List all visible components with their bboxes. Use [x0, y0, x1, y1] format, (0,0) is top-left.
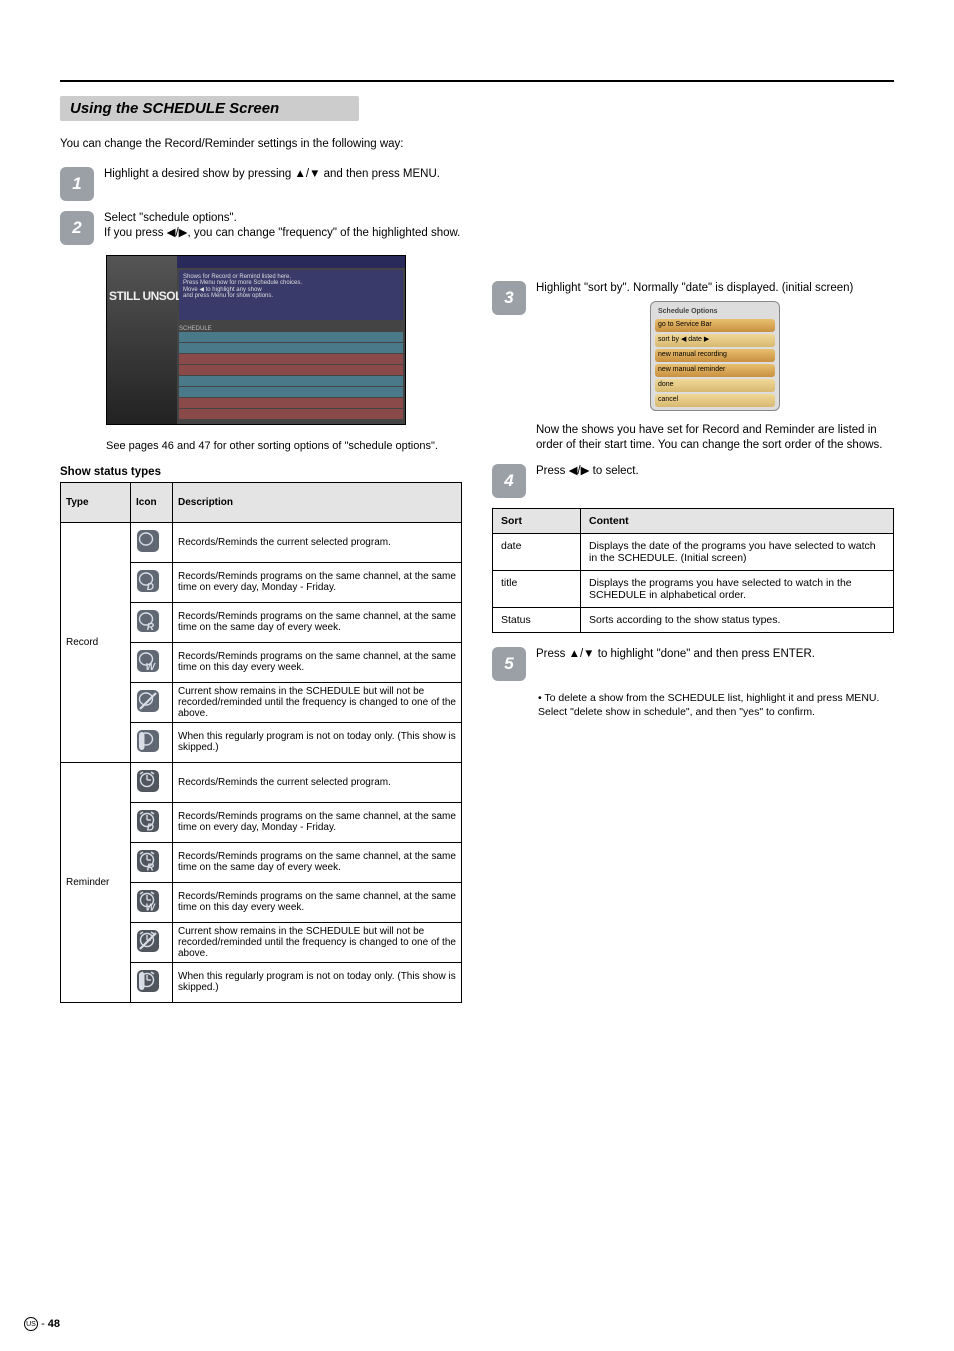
step-number-5: 5	[492, 647, 526, 681]
desc-cell: Records/Reminds the current selected pro…	[173, 522, 462, 562]
desc-cell: Records/Reminds programs on the same cha…	[173, 802, 462, 842]
page-rule	[60, 80, 894, 82]
step-3-body: Highlight "sort by". Normally "date" is …	[536, 281, 894, 454]
step-2-text: Select "schedule options".	[104, 212, 237, 224]
reminder-off-icon	[136, 929, 160, 953]
schedule-options-screenshot: Schedule Options go to Service Bar sort …	[650, 301, 780, 411]
section-header: Using the SCHEDULE Screen	[60, 96, 359, 121]
step-5-body: Press ▲/▼ to highlight "done" and then p…	[536, 647, 815, 681]
sort-content: Sorts according to the show status types…	[581, 607, 894, 632]
step-number-3: 3	[492, 281, 526, 315]
record-suspend-icon	[136, 729, 160, 753]
desc-cell: Records/Reminds programs on the same cha…	[173, 562, 462, 602]
table-row: date Displays the date of the programs y…	[493, 533, 894, 570]
icons-table-title: Show status types	[60, 466, 462, 478]
table-row: Reminder Records/Reminds the current sel…	[61, 762, 462, 802]
type-reminder: Reminder	[61, 762, 131, 1002]
step-2: 2 Select "schedule options". If you pres…	[60, 211, 462, 245]
step-4-body: Press ◀/▶ to select.	[536, 464, 639, 498]
note-text: To delete a show from the SCHEDULE list,…	[538, 692, 879, 718]
page-dash: -	[41, 1318, 48, 1330]
left-column: You can change the Record/Reminder setti…	[60, 131, 462, 1003]
col-description: Description	[173, 482, 462, 522]
step-2-body: Select "schedule options". If you press …	[104, 211, 460, 245]
record-weekly-icon	[136, 649, 160, 673]
sort-key: Status	[493, 607, 581, 632]
step-3: 3 Highlight "sort by". Normally "date" i…	[492, 281, 894, 454]
record-off-icon	[136, 689, 160, 713]
reference-note: See pages 46 and 47 for other sorting op…	[106, 439, 462, 454]
right-column: 3 Highlight "sort by". Normally "date" i…	[492, 131, 894, 1003]
delete-note: • To delete a show from the SCHEDULE lis…	[538, 691, 894, 719]
sort-key: date	[493, 533, 581, 570]
reminder-once-icon	[136, 769, 160, 793]
page-number: US - 48	[24, 1317, 60, 1331]
step-number-1: 1	[60, 167, 94, 201]
step-number-2: 2	[60, 211, 94, 245]
show-status-table: Type Icon Description Record Records/Rem…	[60, 482, 462, 1003]
sort-key: title	[493, 570, 581, 607]
col-content: Content	[581, 508, 894, 533]
schedule-screenshot: Shows for Record or Remind listed here.P…	[106, 255, 406, 425]
step-number-4: 4	[492, 464, 526, 498]
desc-cell: Current show remains in the SCHEDULE but…	[173, 682, 462, 722]
step-4: 4 Press ◀/▶ to select.	[492, 464, 894, 498]
col-sort: Sort	[493, 508, 581, 533]
desc-cell: Records/Reminds programs on the same cha…	[173, 882, 462, 922]
record-regularly-icon	[136, 609, 160, 633]
reminder-regularly-icon	[136, 849, 160, 873]
record-daily-icon	[136, 569, 160, 593]
desc-cell: When this regularly program is not on to…	[173, 722, 462, 762]
table-row: Record Records/Reminds the current selec…	[61, 522, 462, 562]
record-once-icon	[136, 529, 160, 553]
bullet: •	[538, 692, 542, 704]
region-badge: US	[24, 1317, 38, 1331]
table-row: Status Sorts according to the show statu…	[493, 607, 894, 632]
sort-options-table: Sort Content date Displays the date of t…	[492, 508, 894, 633]
intro-text: You can change the Record/Reminder setti…	[60, 137, 462, 153]
col-icon: Icon	[131, 482, 173, 522]
step-2-subtext: If you press ◀/▶, you can change "freque…	[104, 227, 460, 239]
page-num: 48	[48, 1318, 60, 1330]
desc-cell: Current show remains in the SCHEDULE but…	[173, 922, 462, 962]
step-5: 5 Press ▲/▼ to highlight "done" and then…	[492, 647, 894, 681]
reminder-weekly-icon	[136, 889, 160, 913]
step-1-body: Highlight a desired show by pressing ▲/▼…	[104, 167, 440, 201]
table-row: title Displays the programs you have sel…	[493, 570, 894, 607]
page-content: Using the SCHEDULE Screen You can change…	[60, 80, 894, 1301]
col-type: Type	[61, 482, 131, 522]
type-record: Record	[61, 522, 131, 762]
sort-content: Displays the programs you have selected …	[581, 570, 894, 607]
desc-cell: Records/Reminds programs on the same cha…	[173, 602, 462, 642]
desc-cell: Records/Reminds the current selected pro…	[173, 762, 462, 802]
desc-cell: When this regularly program is not on to…	[173, 962, 462, 1002]
step-1: 1 Highlight a desired show by pressing ▲…	[60, 167, 462, 201]
desc-cell: Records/Reminds programs on the same cha…	[173, 842, 462, 882]
reminder-suspend-icon	[136, 969, 160, 993]
sort-content: Displays the date of the programs you ha…	[581, 533, 894, 570]
desc-cell: Records/Reminds programs on the same cha…	[173, 642, 462, 682]
reminder-daily-icon	[136, 809, 160, 833]
